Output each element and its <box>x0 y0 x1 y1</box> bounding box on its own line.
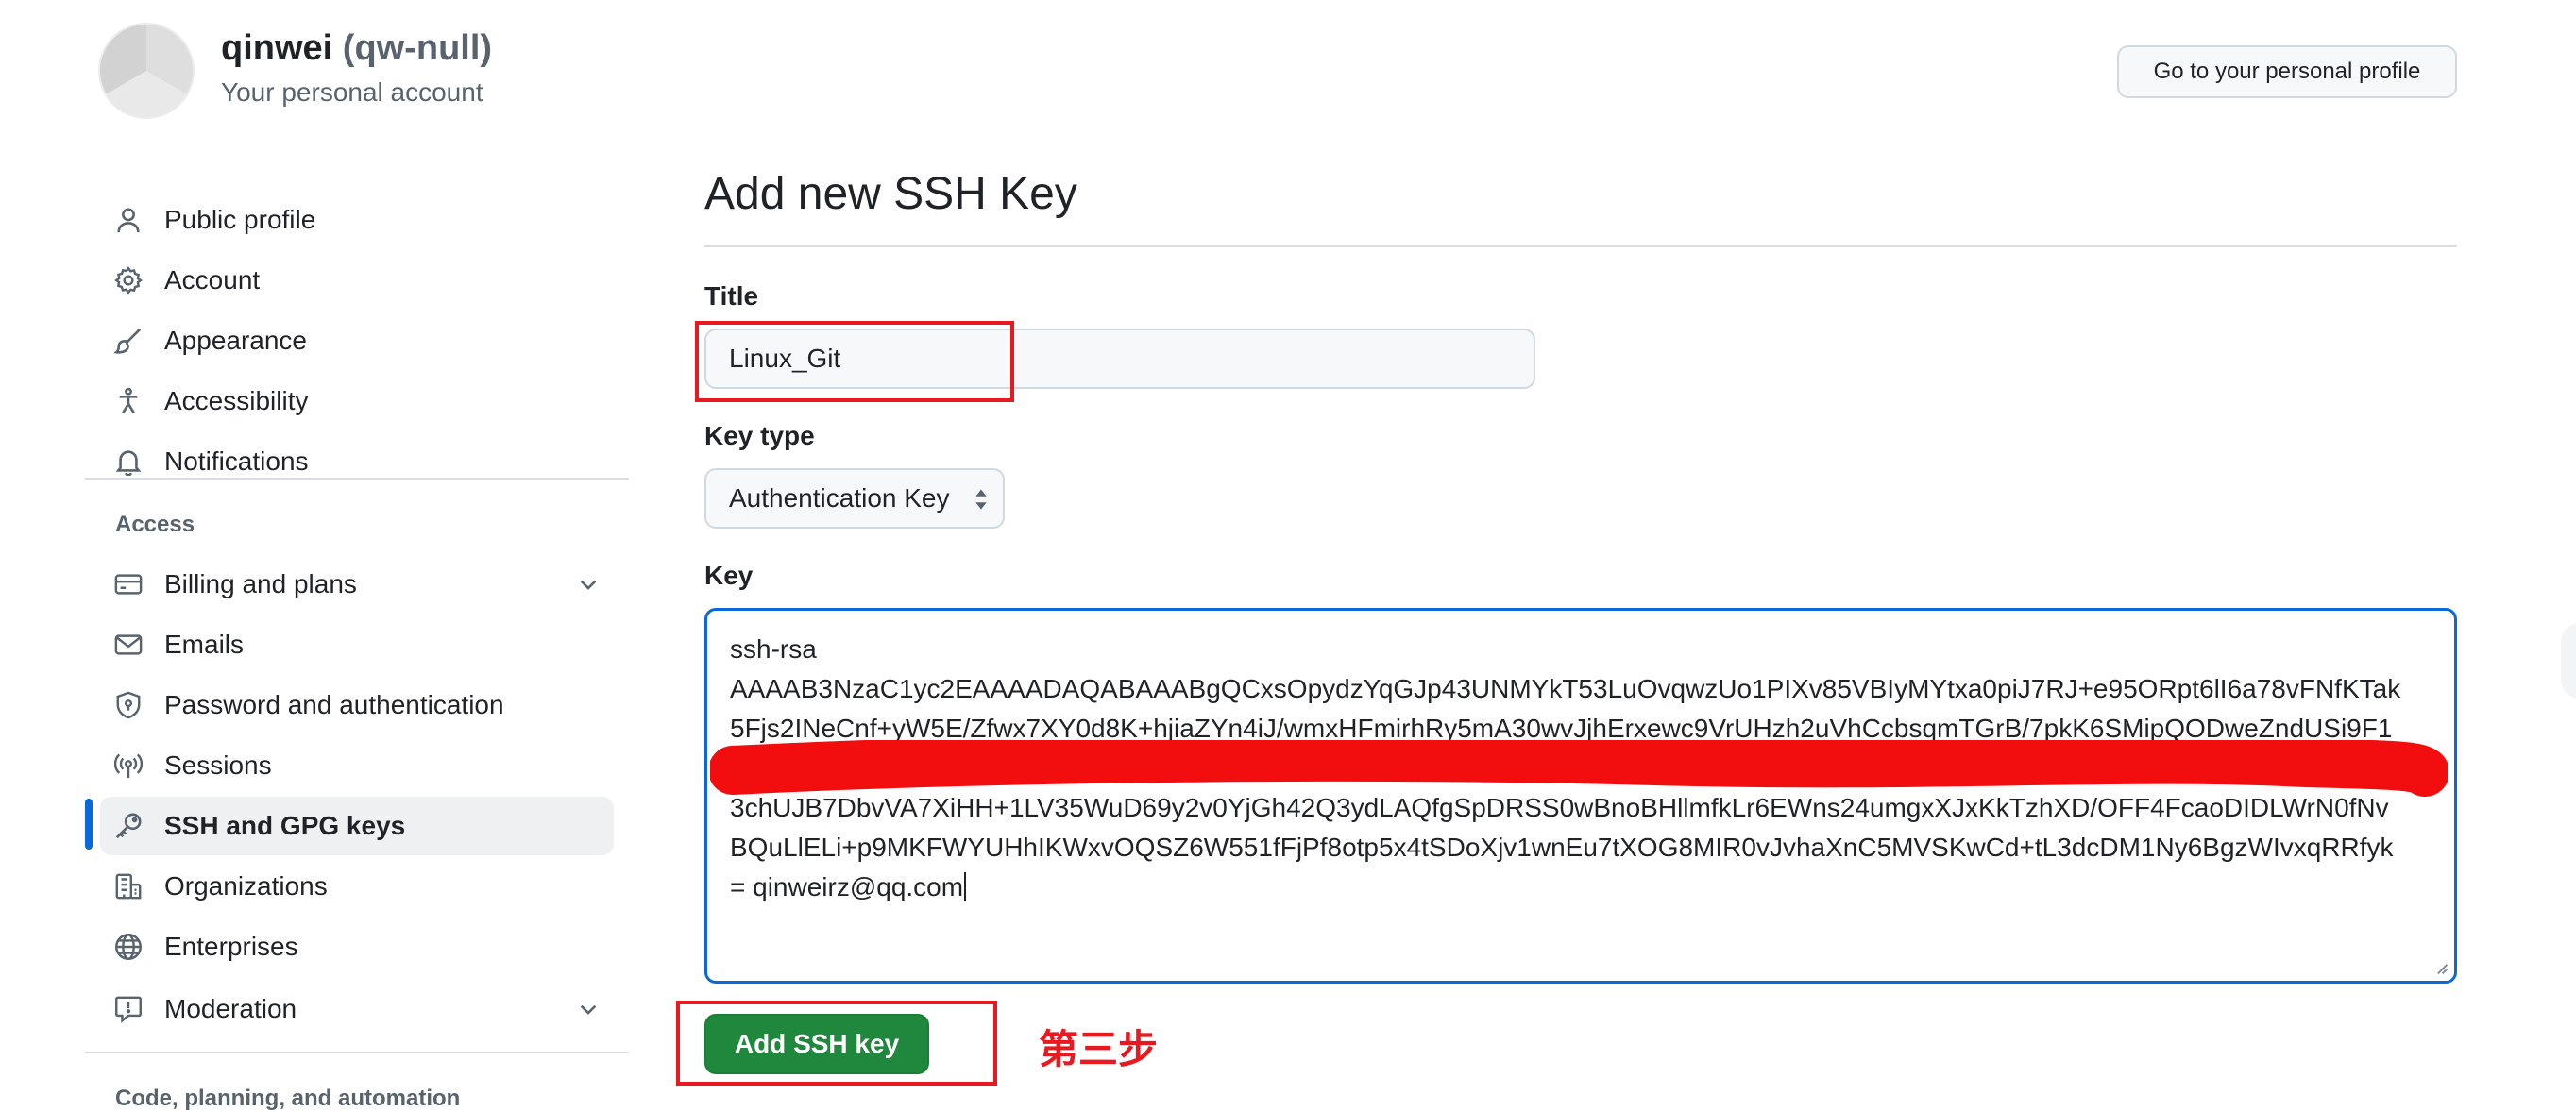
key-icon <box>111 809 145 843</box>
bell-icon <box>111 445 145 479</box>
globe-icon <box>111 930 145 964</box>
sidebar-item-label: Enterprises <box>164 932 298 961</box>
annotation-highlight-title <box>695 321 1014 402</box>
sidebar-item-organizations[interactable]: Organizations <box>100 857 614 916</box>
report-icon <box>111 992 145 1026</box>
key-text-line: AAAAB3NzaC1yc2EAAAADAQABAAABgQCxsOpydzYq… <box>730 674 2401 703</box>
key-type-value: Authentication Key <box>729 483 950 513</box>
avatar[interactable] <box>98 23 195 119</box>
sidebar-item-label: Account <box>164 265 261 295</box>
sidebar-item-public-profile[interactable]: Public profile <box>100 191 614 249</box>
key-type-label: Key type <box>704 421 815 450</box>
account-subtitle: Your personal account <box>221 77 483 107</box>
sidebar-item-accessibility[interactable]: Accessibility <box>100 372 614 430</box>
sidebar-item-label: Password and authentication <box>164 690 504 719</box>
sidebar-item-moderation[interactable]: Moderation <box>100 980 614 1038</box>
page-title: Add new SSH Key <box>704 169 1077 219</box>
title-divider <box>704 245 2457 247</box>
sidebar-item-label: SSH and GPG keys <box>164 811 406 840</box>
sidebar-item-appearance[interactable]: Appearance <box>100 312 614 370</box>
account-name: qinwei (qw-null) <box>221 28 492 69</box>
sidebar-item-label: Sessions <box>164 750 272 780</box>
select-arrows-icon <box>975 489 987 510</box>
broadcast-icon <box>111 749 145 783</box>
sidebar-item-label: Public profile <box>164 205 316 234</box>
accessibility-icon <box>111 384 145 418</box>
sidebar-divider <box>85 478 629 480</box>
sidebar-item-ssh-gpg-keys[interactable]: SSH and GPG keys <box>100 797 614 855</box>
section-heading-code-planning: Code, planning, and automation <box>115 1086 461 1111</box>
sidebar-item-label: Accessibility <box>164 386 309 415</box>
credit-card-icon <box>111 567 145 601</box>
title-label: Title <box>704 281 759 311</box>
sidebar-item-enterprises[interactable]: Enterprises <box>100 918 614 976</box>
chevron-down-icon[interactable] <box>576 572 601 597</box>
key-type-select[interactable]: Authentication Key <box>704 468 1005 529</box>
paintbrush-icon <box>111 324 145 358</box>
sidebar-item-label: Moderation <box>164 994 297 1023</box>
active-indicator <box>85 799 93 850</box>
user-handle: (qw-null) <box>342 28 493 68</box>
person-icon <box>111 203 145 237</box>
gear-icon <box>111 263 145 297</box>
sidebar-item-sessions[interactable]: Sessions <box>100 736 614 795</box>
sidebar-item-password-authentication[interactable]: Password and authentication <box>100 676 614 734</box>
mail-icon <box>111 628 145 662</box>
key-text-line-last: = qinweirz@qq.com <box>730 868 2432 907</box>
key-text-line: ssh-rsa <box>730 634 817 664</box>
annotation-highlight-submit <box>676 1001 997 1086</box>
section-heading-access: Access <box>115 512 195 537</box>
key-label: Key <box>704 561 754 590</box>
text-caret <box>964 872 967 901</box>
username: qinwei <box>221 28 333 68</box>
key-text-line: BQuLlELi+p9MKFWYUHhIKWxvOQSZ6W551fFjPf8o… <box>730 833 2394 862</box>
sidebar-item-label: Billing and plans <box>164 569 357 598</box>
sidebar-divider <box>85 1052 629 1053</box>
sidebar-item-billing[interactable]: Billing and plans <box>100 555 614 614</box>
sidebar-item-emails[interactable]: Emails <box>100 615 614 674</box>
chevron-down-icon[interactable] <box>576 997 601 1021</box>
sidebar-item-notifications[interactable]: Notifications <box>100 432 614 491</box>
shield-lock-icon <box>111 688 145 722</box>
side-panel-handle[interactable] <box>2561 623 2576 699</box>
sidebar-item-label: Notifications <box>164 446 309 476</box>
sidebar-item-label: Appearance <box>164 326 308 355</box>
annotation-step-text: 第三步 <box>1039 1026 1159 1072</box>
organization-icon <box>111 869 145 903</box>
sidebar-item-account[interactable]: Account <box>100 251 614 310</box>
go-to-profile-button[interactable]: Go to your personal profile <box>2117 45 2457 98</box>
resize-handle-icon[interactable] <box>2433 960 2449 975</box>
redaction-scribble <box>710 740 2448 797</box>
sidebar-item-label: Organizations <box>164 871 328 901</box>
sidebar-item-label: Emails <box>164 630 245 659</box>
key-text-tail: = qinweirz@qq.com <box>730 872 964 901</box>
